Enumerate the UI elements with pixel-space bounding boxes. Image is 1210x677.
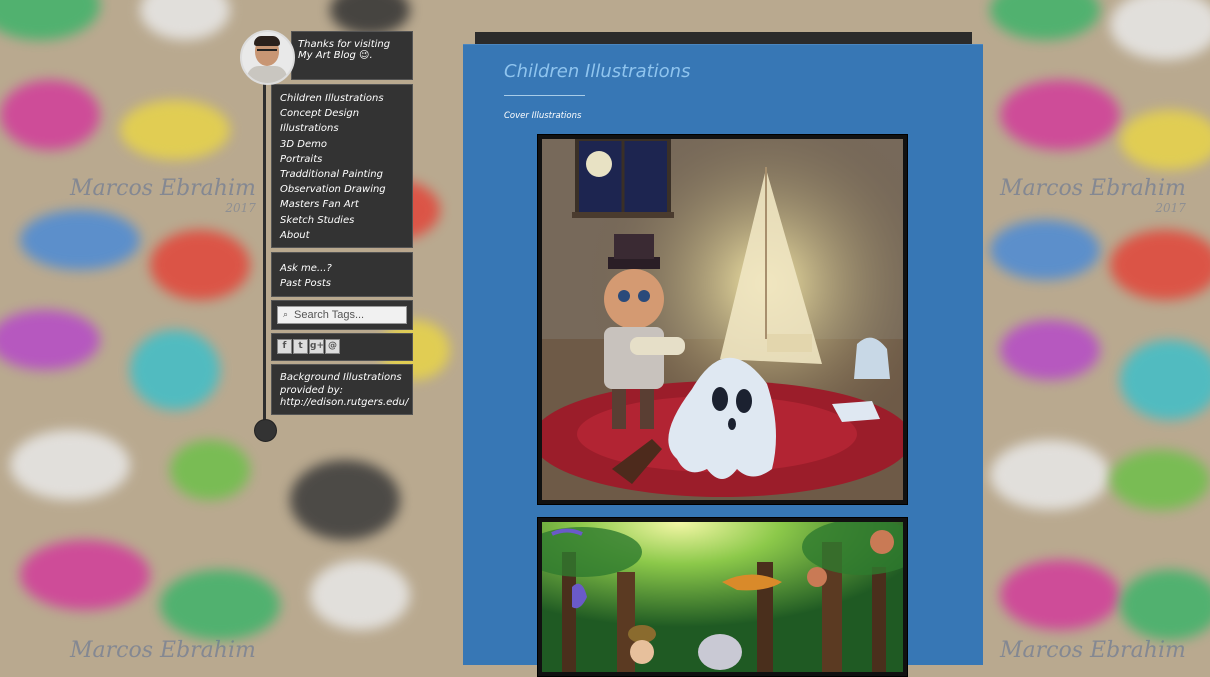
nav-observation-drawing[interactable]: Observation Drawing [280,182,412,197]
avatar-glasses [257,49,277,56]
search-box: ⌕ [271,300,413,330]
nav-concept-design[interactable]: Concept Design [280,106,412,121]
illustration-ghost[interactable] [537,134,908,505]
nav-children-illustrations[interactable]: Children Illustrations [280,91,412,106]
nav-traditional-painting[interactable]: Tradditional Painting [280,167,412,182]
greeting-box: Thanks for visiting My Art Blog 😉. [291,31,413,80]
watermark-bottom-right: Marcos Ebrahim [1000,638,1186,660]
jungle-scene-svg [542,522,903,672]
nav-sketch-studies[interactable]: Sketch Studies [280,213,412,228]
nav-about[interactable]: About [280,228,412,243]
avatar-body [247,66,287,83]
illustration-ghost-canvas [542,139,903,500]
facebook-icon[interactable]: f [277,339,292,354]
watermark-bottom-left: Marcos Ebrahim [70,638,256,660]
greeting-text: Thanks for visiting My Art Blog 😉. [298,39,391,61]
avatar-hair [254,36,280,46]
timeline-end-dot [254,419,277,442]
illustration-jungle-canvas [542,522,903,672]
credit-box: Background Illustrations provided by: ht… [271,364,413,415]
nav-3d-demo[interactable]: 3D Demo [280,137,412,152]
search-icon: ⌕ [283,310,289,320]
social-links: f t g+ @ [271,333,413,361]
search-input[interactable] [294,307,402,323]
nav-illustrations[interactable]: Illustrations [280,121,412,136]
timeline-line [263,55,266,429]
nav-masters-fan-art[interactable]: Masters Fan Art [280,197,412,212]
credit-text: Background Illustrations provided by: ht… [280,372,409,408]
sidebar-nav: Children Illustrations Concept Design Il… [271,84,413,248]
watermark-right: Marcos Ebrahim 2017 [1000,176,1186,215]
illustration-jungle[interactable] [537,517,908,677]
title-divider [504,95,585,96]
blog-icon[interactable]: @ [325,339,340,354]
watermark-left: Marcos Ebrahim 2017 [70,176,256,215]
nav-portraits[interactable]: Portraits [280,152,412,167]
ghost-scene-svg [542,139,903,500]
post-panel: Children Illustrations Cover Illustratio… [463,44,983,677]
post-title[interactable]: Children Illustrations [504,61,690,82]
search-field[interactable]: ⌕ [277,306,407,324]
sidebar-links: Ask me...? Past Posts [271,252,413,297]
ask-me-link[interactable]: Ask me...? [280,261,412,276]
avatar[interactable] [240,30,295,85]
past-posts-link[interactable]: Past Posts [280,276,412,291]
twitter-icon[interactable]: t [293,339,308,354]
post-caption: Cover Illustrations [504,111,582,121]
google-plus-icon[interactable]: g+ [309,339,324,354]
